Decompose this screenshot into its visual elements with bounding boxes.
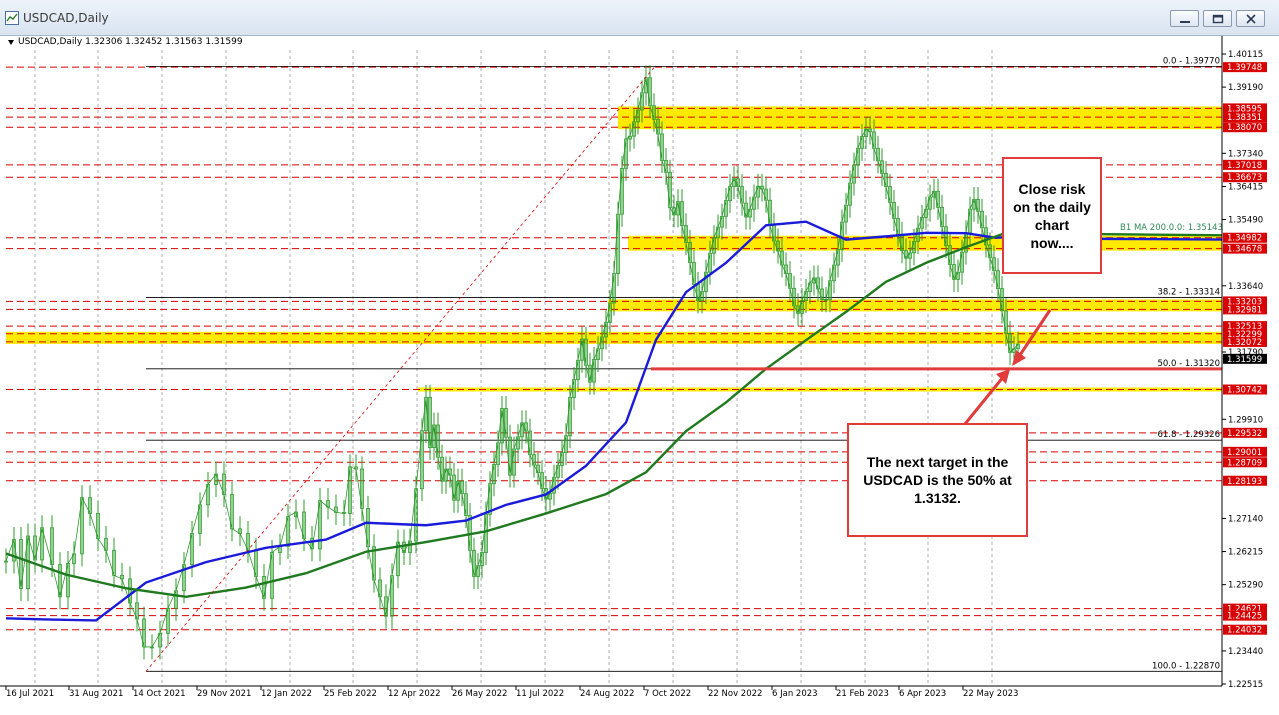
axis-tick-label: 1.29910 xyxy=(1228,415,1263,425)
price-level-label: 1.30742 xyxy=(1227,386,1262,396)
window-title: USDCAD,Daily xyxy=(23,11,109,25)
axis-tick-label: 1.35490 xyxy=(1228,216,1263,226)
symbol-ohlc-text: USDCAD,Daily 1.32306 1.32452 1.31563 1.3… xyxy=(18,37,243,47)
close-button[interactable] xyxy=(1236,10,1265,27)
price-level-label: 1.38070 xyxy=(1227,123,1262,133)
window-titlebar: USDCAD,Daily xyxy=(0,0,1279,36)
minimize-button[interactable] xyxy=(1170,10,1199,27)
axis-tick-label: 1.23440 xyxy=(1228,647,1263,657)
axis-tick-label: 1.22515 xyxy=(1228,680,1263,690)
ma-label: B1 MA 200.0.0: 1.35143 xyxy=(1120,223,1223,233)
chart-window-icon xyxy=(5,11,19,25)
fib-label: 0.0 - 1.39770 xyxy=(1163,56,1220,66)
time-axis: 16 Jul 2021 31 Aug 2021 14 Oct 2021 29 Nov … xyxy=(0,685,1222,715)
time-tick-label: 12 Apr 2022 xyxy=(388,689,441,699)
axis-tick-label: 1.33640 xyxy=(1228,282,1263,292)
price-level-label: 1.37018 xyxy=(1227,161,1262,171)
time-tick-label: 29 Nov 2021 xyxy=(197,689,251,699)
time-tick-label: 16 Jul 2021 xyxy=(6,689,54,699)
fib-label: 100.0 - 1.22870 xyxy=(1152,661,1220,671)
close-icon xyxy=(1246,14,1256,24)
close-risk-annotation: Close risk on the daily chart now.... xyxy=(1002,157,1102,274)
price-level-label: 1.34678 xyxy=(1227,245,1262,255)
time-tick-label: 26 May 2022 xyxy=(452,689,507,699)
time-tick-label: 24 Aug 2022 xyxy=(580,689,634,699)
time-tick-label: 25 Feb 2022 xyxy=(324,689,377,699)
time-tick-label: 14 Oct 2021 xyxy=(133,689,186,699)
price-level-label: 1.34982 xyxy=(1227,234,1262,244)
price-level-label: 1.24425 xyxy=(1227,612,1262,622)
current-price-label: 1.31599 xyxy=(1227,355,1262,365)
price-level-label: 1.29001 xyxy=(1227,448,1262,458)
axis-tick-label: 1.37340 xyxy=(1228,149,1263,159)
price-level-label: 1.28709 xyxy=(1227,458,1262,468)
yellow-zone xyxy=(618,106,1222,130)
fib-label: 38.2 - 1.33314 xyxy=(1157,287,1220,297)
price-level-label: 1.24032 xyxy=(1227,626,1262,636)
price-chart[interactable]: 0.0 - 1.3977038.2 - 1.3331450.0 - 1.3132… xyxy=(0,36,1279,715)
axis-tick-label: 1.36415 xyxy=(1228,182,1263,192)
axis-tick-label: 1.39190 xyxy=(1228,83,1263,93)
price-level-label: 1.36673 xyxy=(1227,173,1262,183)
plot-background xyxy=(0,36,1279,715)
axis-tick-label: 1.25290 xyxy=(1228,581,1263,591)
price-level-label: 1.39748 xyxy=(1227,63,1262,73)
time-tick-label: 22 May 2023 xyxy=(963,689,1018,699)
axis-tick-label: 1.40115 xyxy=(1228,50,1263,60)
price-level-label: 1.28193 xyxy=(1227,477,1262,487)
dropdown-arrow-icon[interactable] xyxy=(8,40,14,45)
restore-button[interactable] xyxy=(1203,10,1232,27)
price-level-label: 1.29532 xyxy=(1227,429,1262,439)
price-level-label: 1.38351 xyxy=(1227,113,1262,123)
restore-icon xyxy=(1212,14,1224,24)
price-level-label: 1.32981 xyxy=(1227,305,1262,315)
minimize-icon xyxy=(1180,21,1190,23)
time-tick-label: 31 Aug 2021 xyxy=(69,689,123,699)
time-tick-label: 7 Oct 2022 xyxy=(644,689,691,699)
price-level-label: 1.32072 xyxy=(1227,338,1262,348)
time-tick-label: 11 Jul 2022 xyxy=(516,689,564,699)
time-tick-label: 21 Feb 2023 xyxy=(836,689,889,699)
price-axis: 1.40115 1.39190 1.37340 1.36415 1.35490 1.336… xyxy=(1221,36,1279,715)
fib-label: 61.8 - 1.29326 xyxy=(1157,430,1220,440)
axis-tick-label: 1.26215 xyxy=(1228,548,1263,558)
axis-tick-label: 1.27140 xyxy=(1228,514,1263,524)
time-tick-label: 12 Jan 2022 xyxy=(261,689,312,699)
next-target-annotation: The next target in the USDCAD is the 50%… xyxy=(847,423,1028,537)
time-tick-label: 6 Jan 2023 xyxy=(772,689,818,699)
time-tick-label: 6 Apr 2023 xyxy=(899,689,946,699)
time-tick-label: 22 Nov 2022 xyxy=(708,689,762,699)
symbol-info-bar: USDCAD,Daily 1.32306 1.32452 1.31563 1.3… xyxy=(0,36,1279,50)
